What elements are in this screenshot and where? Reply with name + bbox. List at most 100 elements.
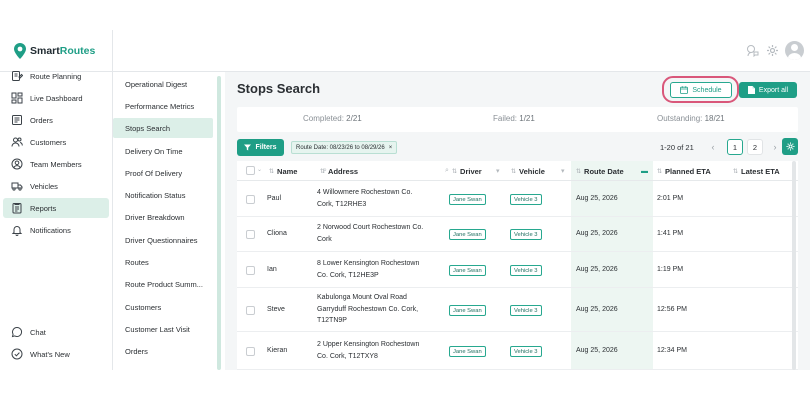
sidebar-item-route-planning[interactable]: Route Planning bbox=[3, 66, 109, 86]
report-item-driver-breakdown[interactable]: Driver Breakdown bbox=[113, 207, 213, 227]
support-chat-icon[interactable] bbox=[745, 44, 759, 58]
sidebar-item-label: Team Members bbox=[30, 159, 82, 169]
row-checkbox[interactable] bbox=[246, 195, 255, 204]
sidebar-item-label: Live Dashboard bbox=[30, 93, 83, 103]
dashboard-icon bbox=[11, 92, 23, 104]
column-header-latest-eta[interactable]: ⇅ Latest ETA bbox=[733, 161, 780, 181]
driver-badge: Jane Swan bbox=[449, 229, 486, 240]
chevron-down-icon[interactable]: ⌄ bbox=[257, 166, 262, 173]
summary-outstanding: Outstanding: 18/21 bbox=[657, 114, 725, 123]
sort-icon: ⇅ bbox=[452, 168, 458, 175]
sort-icon: ⇅ bbox=[576, 168, 582, 175]
column-header-name[interactable]: ⇅ Name ⌕ bbox=[269, 161, 327, 181]
page-button-2[interactable]: 2 bbox=[747, 139, 763, 155]
report-item-customers[interactable]: Customers bbox=[113, 297, 213, 317]
report-item-orders[interactable]: Orders bbox=[113, 341, 213, 361]
sidebar-item-orders[interactable]: Orders bbox=[3, 110, 109, 130]
column-header-driver[interactable]: ⇅ Driver ▾ bbox=[452, 161, 500, 181]
report-item-customer-last-visit[interactable]: Customer Last Visit bbox=[113, 319, 213, 339]
sidebar-item-label: Vehicles bbox=[30, 181, 58, 191]
search-icon[interactable]: ⌕ bbox=[445, 167, 449, 175]
sidebar-item-label: Route Planning bbox=[30, 71, 82, 81]
report-item-notification-status[interactable]: Notification Status bbox=[113, 185, 213, 205]
sort-icon: ⇅ bbox=[320, 168, 326, 175]
report-item-delivery-on-time[interactable]: Delivery On Time bbox=[113, 141, 213, 161]
column-header-route-date[interactable]: ⇅ Route Date ▬ bbox=[576, 161, 648, 181]
export-all-label: Export all bbox=[758, 86, 789, 94]
report-item-driver-questionnaires[interactable]: Driver Questionnaires bbox=[113, 230, 213, 250]
select-all-checkbox[interactable] bbox=[246, 166, 255, 175]
avatar[interactable] bbox=[785, 41, 804, 60]
table-settings-button[interactable] bbox=[782, 138, 798, 155]
calendar-icon[interactable]: ▬ bbox=[641, 168, 648, 175]
report-item-routes[interactable]: Routes bbox=[113, 252, 213, 272]
row-checkbox[interactable] bbox=[246, 306, 255, 315]
cell-address: 2 Upper Kensington Rochestown Co. Cork, T… bbox=[317, 341, 420, 360]
cell-route-date: Aug 25, 2026 bbox=[576, 230, 618, 237]
vehicle-badge: Vehicle 3 bbox=[510, 229, 542, 240]
map-pin-icon bbox=[14, 43, 26, 59]
row-checkbox[interactable] bbox=[246, 230, 255, 239]
sidebar-item-reports[interactable]: Reports bbox=[3, 198, 109, 218]
report-item-route-product-summary[interactable]: Route Product Summ... bbox=[113, 274, 213, 294]
filters-bar: Filters Route Date: 08/23/26 to 08/29/26… bbox=[237, 138, 798, 158]
sidebar-item-vehicles[interactable]: Vehicles bbox=[3, 176, 109, 196]
team-members-icon bbox=[11, 158, 23, 170]
close-icon[interactable]: × bbox=[389, 145, 393, 151]
report-item-proof-of-delivery[interactable]: Proof Of Delivery bbox=[113, 163, 213, 183]
sidebar-item-chat[interactable]: Chat bbox=[3, 322, 109, 342]
prev-page-button[interactable]: ‹ bbox=[705, 139, 721, 155]
sidebar-item-whats-new[interactable]: What's New bbox=[3, 344, 109, 364]
sidebar-item-team-members[interactable]: Team Members bbox=[3, 154, 109, 174]
schedule-highlight-ring bbox=[662, 76, 739, 103]
sidebar-item-customers[interactable]: Customers bbox=[3, 132, 109, 152]
sidebar-item-label: Customers bbox=[30, 137, 67, 147]
cell-route-date: Aug 25, 2026 bbox=[576, 266, 618, 273]
driver-badge: Jane Swan bbox=[449, 305, 486, 316]
sidebar-item-label: Reports bbox=[30, 203, 57, 213]
summary-completed: Completed: 2/21 bbox=[303, 114, 362, 123]
cell-route-date: Aug 25, 2026 bbox=[576, 306, 618, 313]
table-row[interactable]: Cliona 2 Norwood Court Rochestown Co. Cor… bbox=[237, 217, 798, 252]
page-button-1[interactable]: 1 bbox=[727, 139, 743, 155]
app-window: SmartRoutes Route Planning Live Dashboar… bbox=[0, 30, 810, 370]
table-scrollbar[interactable] bbox=[792, 161, 796, 370]
cell-planned-eta: 1:19 PM bbox=[657, 266, 684, 273]
gear-icon[interactable] bbox=[765, 44, 779, 58]
filter-icon bbox=[244, 144, 252, 151]
driver-badge: Jane Swan bbox=[449, 346, 486, 357]
filter-icon[interactable]: ▾ bbox=[496, 167, 500, 175]
driver-badge: Jane Swan bbox=[449, 265, 486, 276]
column-header-address[interactable]: ⇅ Address ⌕ bbox=[320, 161, 449, 181]
table-row[interactable]: Steve Kabulonga Mount Oval Road Garryduff… bbox=[237, 288, 798, 332]
filters-button[interactable]: Filters bbox=[237, 139, 284, 156]
sidebar-item-label: Notifications bbox=[30, 225, 71, 235]
cell-name: Kieran bbox=[267, 347, 288, 354]
column-header-planned-eta[interactable]: ⇅ Planned ETA bbox=[657, 161, 711, 181]
pagination-range: 1-20 of 21 bbox=[660, 143, 694, 152]
filter-icon[interactable]: ▾ bbox=[561, 167, 565, 175]
report-item-operational-digest[interactable]: Operational Digest bbox=[113, 74, 213, 94]
route-date-filter-chip[interactable]: Route Date: 08/23/26 to 08/29/26 × bbox=[291, 141, 398, 154]
table-row[interactable]: Kieran 2 Upper Kensington Rochestown Co. … bbox=[237, 332, 798, 370]
next-page-button[interactable]: › bbox=[767, 139, 783, 155]
vehicle-badge: Vehicle 3 bbox=[510, 346, 542, 357]
top-icons bbox=[745, 41, 804, 60]
sidebar-item-live-dashboard[interactable]: Live Dashboard bbox=[3, 88, 109, 108]
cell-planned-eta: 1:41 PM bbox=[657, 230, 684, 237]
orders-icon bbox=[12, 115, 22, 125]
route-planning-icon bbox=[12, 71, 23, 81]
table-row[interactable]: Paul 4 Willowmere Rochestown Co. Cork, T1… bbox=[237, 181, 798, 217]
column-header-vehicle[interactable]: ⇅ Vehicle ▾ bbox=[511, 161, 565, 181]
export-all-button[interactable]: Export all bbox=[739, 82, 797, 98]
sidebar-item-notifications[interactable]: Notifications bbox=[3, 220, 109, 240]
row-checkbox[interactable] bbox=[246, 347, 255, 356]
table-header: ⌄ ⇅ Name ⌕ ⇅ Address ⌕ ⇅ Driver ▾ ⇅ Vehicle ▾ ⇅ R… bbox=[237, 161, 798, 181]
table-row[interactable]: Ian 8 Lower Kensington Rochestown Co. Cor… bbox=[237, 252, 798, 288]
report-item-performance-metrics[interactable]: Performance Metrics bbox=[113, 96, 213, 116]
vehicle-badge: Vehicle 3 bbox=[510, 265, 542, 276]
report-item-stops-search[interactable]: Stops Search bbox=[113, 118, 213, 138]
row-checkbox[interactable] bbox=[246, 266, 255, 275]
cell-planned-eta: 2:01 PM bbox=[657, 195, 684, 202]
reports-list-scrollbar[interactable] bbox=[217, 76, 221, 370]
